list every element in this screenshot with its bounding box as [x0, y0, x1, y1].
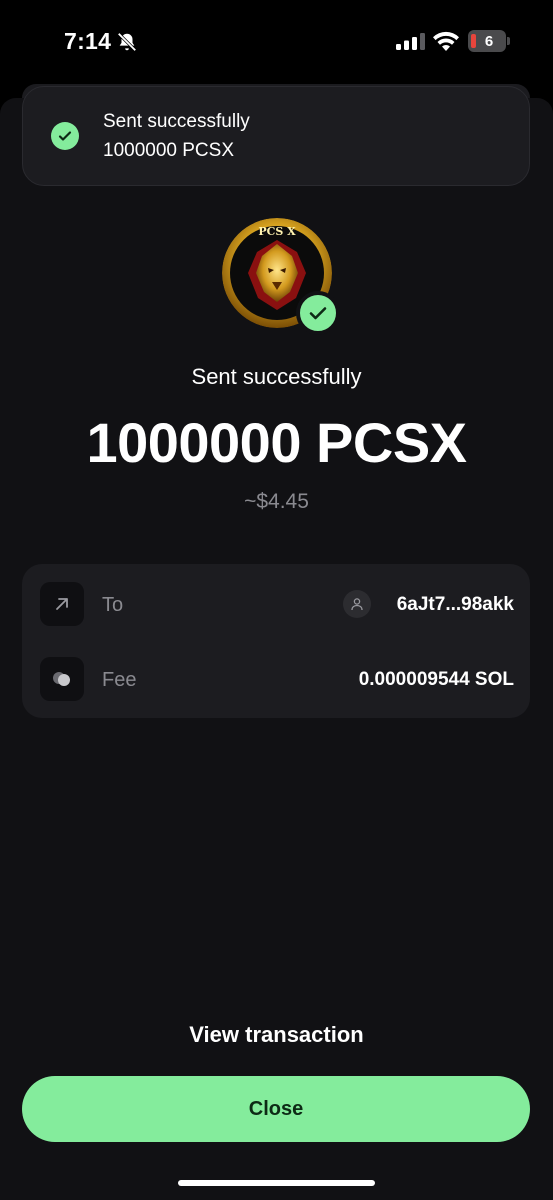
view-transaction-link[interactable]: View transaction	[0, 1022, 553, 1048]
user-icon	[343, 590, 371, 618]
fiat-value: ~$4.45	[244, 490, 309, 513]
result-label: Sent successfully	[191, 364, 362, 389]
token-logo-text: PCS X	[258, 225, 296, 238]
coins-icon	[40, 657, 84, 701]
check-circle-icon	[51, 122, 79, 150]
recipient-address: 6aJt7...98akk	[396, 594, 514, 615]
status-time: 7:14	[64, 28, 112, 54]
battery-level: 6	[484, 32, 494, 50]
status-bar: 7:14 6	[0, 0, 553, 84]
battery-icon: 6	[468, 30, 506, 52]
toast-subtitle: 1000000 PCSX	[103, 140, 234, 161]
home-indicator[interactable]	[178, 1180, 375, 1186]
check-badge-icon	[296, 291, 340, 335]
sent-amount: 1000000 PCSX	[86, 411, 467, 474]
recipient-label: To	[102, 594, 124, 616]
bell-slash-icon	[117, 32, 137, 52]
success-toast[interactable]: Sent successfully 1000000 PCSX	[22, 86, 530, 186]
fee-label: Fee	[102, 669, 137, 691]
recipient-row[interactable]: To 6aJt7...98akk	[22, 566, 530, 642]
close-button[interactable]: Close	[22, 1076, 530, 1142]
transaction-details-card: To 6aJt7...98akk Fee 0.000009544 SOL	[22, 564, 530, 718]
signal-icon	[396, 33, 425, 50]
arrow-up-right-icon	[40, 582, 84, 626]
toast-title: Sent successfully	[103, 111, 250, 132]
wifi-icon	[433, 31, 459, 51]
fee-value: 0.000009544 SOL	[358, 669, 514, 690]
fee-row: Fee 0.000009544 SOL	[22, 642, 530, 718]
